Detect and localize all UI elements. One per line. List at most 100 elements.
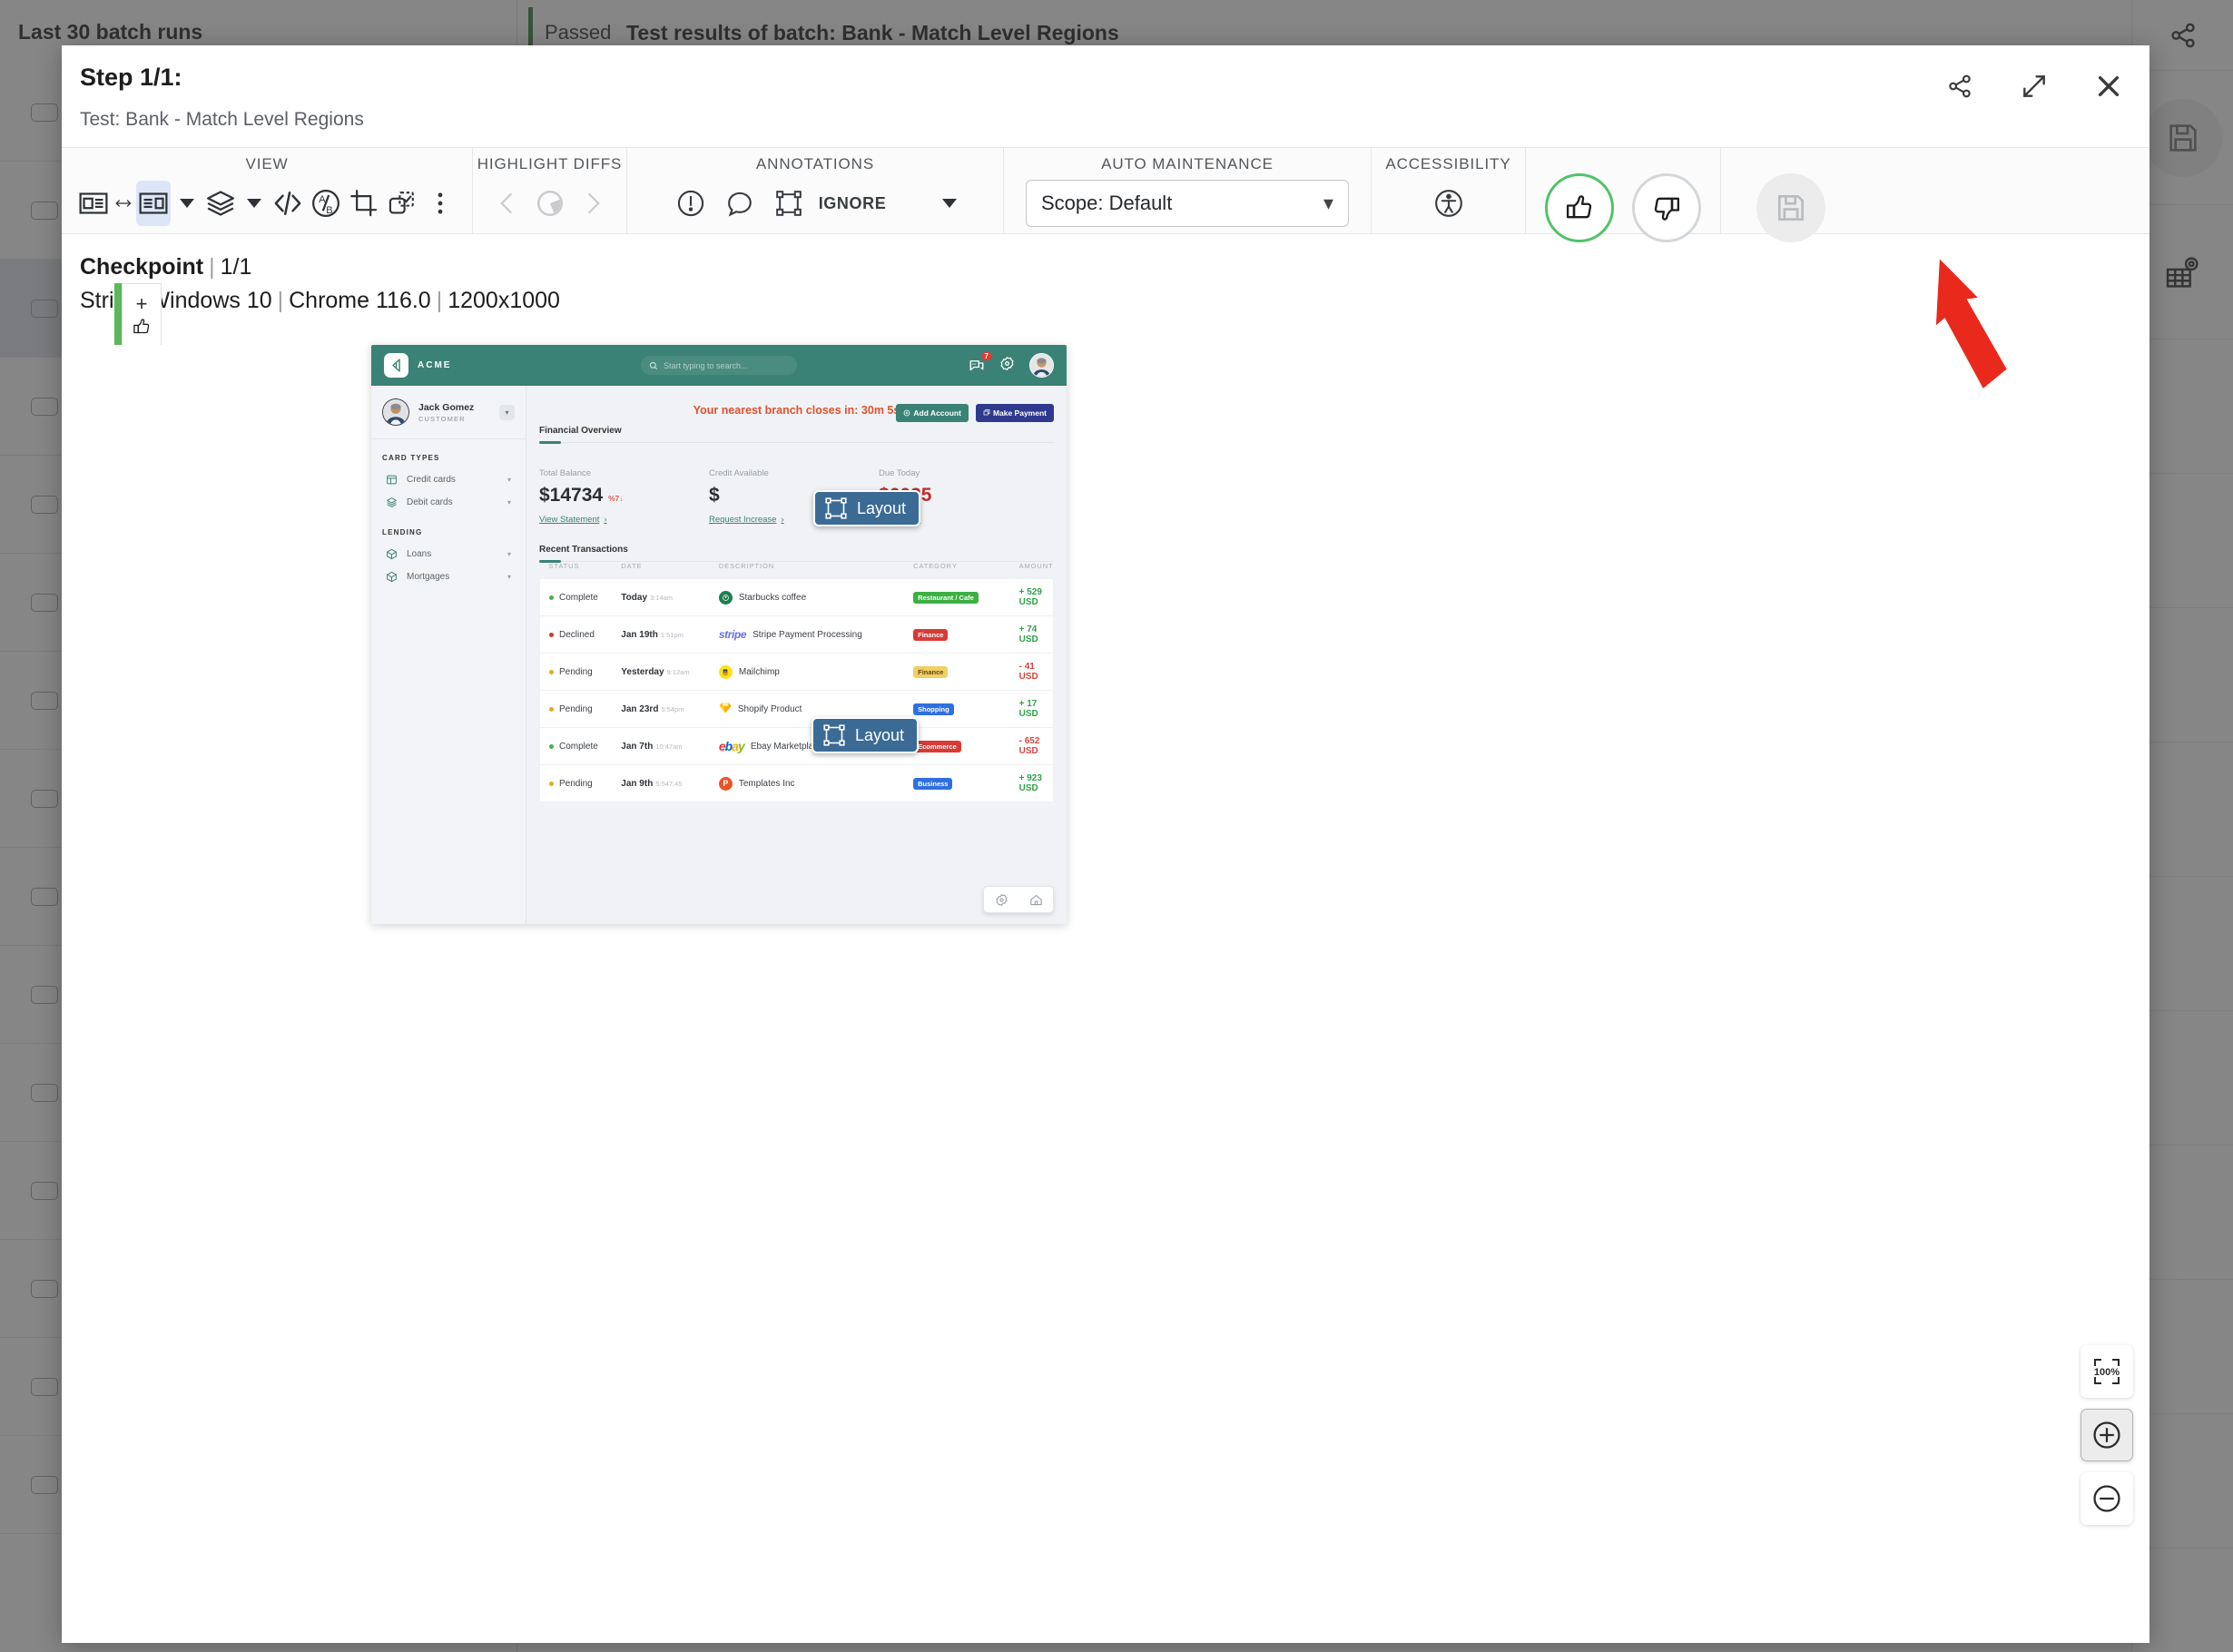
checkpoint-thumbnail-strip: + — [114, 283, 162, 349]
app-topbar-actions: 7 — [969, 351, 1054, 378]
side-by-side-view-button[interactable] — [76, 181, 111, 226]
stat-value: $14734 — [539, 485, 604, 506]
status-dot — [549, 669, 554, 674]
table-row[interactable]: Complete Today 3:14am Starbucks coffee Re… — [539, 579, 1054, 616]
minus-circle-icon — [2093, 1485, 2120, 1512]
accessibility-button[interactable] — [1426, 181, 1471, 226]
make-payment-button[interactable]: Make Payment — [975, 404, 1054, 422]
scope-select-value: Scope: Default — [1041, 192, 1173, 214]
meta-separator: | — [277, 288, 284, 313]
sketch-logo-icon — [719, 702, 732, 716]
diff-cycle-icon — [536, 190, 563, 217]
svg-text:B: B — [326, 205, 332, 216]
crop-button[interactable] — [347, 181, 381, 226]
table-row[interactable]: Pending Jan 23rd 5:54pm Shopify Product S… — [539, 690, 1054, 728]
add-issue-button[interactable] — [668, 181, 713, 226]
make-payment-label: Make Payment — [992, 408, 1047, 418]
chevron-down-icon[interactable]: ▾ — [499, 404, 515, 420]
zoom-in-button[interactable] — [2081, 1409, 2133, 1461]
layout-annotation-label: Layout — [855, 725, 905, 744]
single-view-button[interactable] — [135, 181, 171, 226]
region-mode-label[interactable]: IGNORE — [819, 194, 887, 213]
add-region-button[interactable] — [766, 181, 812, 226]
app-search-box[interactable]: Start typing to search... — [641, 356, 797, 375]
sidebar-item-label: Mortgages — [407, 572, 450, 582]
select-region-button[interactable] — [385, 181, 419, 226]
table-row[interactable]: Complete Jan 7th 10:47am ebay Ebay Market… — [539, 727, 1054, 765]
view-statement-link[interactable]: View Statement › — [539, 515, 709, 525]
table-row[interactable]: Pending Jan 9th 5:547:45 P Templates Inc … — [539, 764, 1054, 802]
viewport-size: 1200x1000 — [448, 288, 560, 313]
amount-label: + 17 USD — [1018, 699, 1038, 719]
mailchimp-logo-icon — [718, 664, 733, 679]
close-icon — [2098, 75, 2120, 97]
footer-home-button[interactable] — [1018, 887, 1053, 912]
sidebar-item-mortgages[interactable]: Mortgages ▾ — [382, 565, 515, 588]
zoom-out-button[interactable] — [2081, 1472, 2133, 1525]
description-wrap: Shopify Product — [719, 702, 895, 716]
layout-annotation-badge[interactable]: Layout — [812, 717, 920, 753]
accept-button[interactable] — [1545, 173, 1614, 242]
sidebar-user-box[interactable]: Jack Gomez CUSTOMER ▾ — [371, 386, 526, 439]
status-dot — [549, 781, 554, 786]
toolbar-group-auto-maintenance-label: AUTO MAINTENANCE — [1101, 155, 1274, 172]
cell-amount: + 74 USD — [1009, 615, 1054, 654]
save-button[interactable] — [1756, 173, 1825, 242]
step-detail-modal: Step 1/1: Test: Bank - Match Level Regio… — [62, 45, 2149, 1643]
ab-compare-button[interactable]: A B — [309, 181, 343, 226]
time-label: 5:547:45 — [655, 779, 683, 788]
sidebar-item-loans[interactable]: Loans ▾ — [382, 543, 515, 565]
checkpoint-screenshot: ACME Start typing to search... 7 Jack Go… — [371, 345, 1067, 924]
section-divider — [539, 440, 1054, 444]
transactions-table-head: STATUS DATE DESCRIPTION CATEGORY AMOUNT — [540, 562, 1054, 579]
comment-icon — [727, 192, 752, 217]
code-view-button[interactable] — [271, 181, 305, 226]
layers-dropdown-caret[interactable] — [246, 199, 261, 208]
user-avatar[interactable] — [1029, 353, 1054, 378]
sidebar-item-debit-cards[interactable]: Debit cards ▾ — [382, 491, 515, 514]
settings-button[interactable] — [999, 356, 1015, 376]
screenshot-canvas[interactable]: ACME Start typing to search... 7 Jack Go… — [62, 345, 2149, 1643]
view-mode-dropdown-caret[interactable] — [179, 199, 194, 208]
add-account-button[interactable]: Add Account — [896, 404, 969, 422]
app-logo — [384, 353, 408, 378]
sidebar-section-lending: LENDING Loans ▾ Mortgages ▾ — [371, 528, 526, 588]
prev-diff-button[interactable] — [487, 181, 526, 226]
toolbar-view-icons: A B — [62, 173, 472, 233]
layers-button[interactable] — [203, 181, 238, 226]
fit-to-screen-button[interactable]: 100% — [2081, 1345, 2133, 1398]
stat-label: Due Today — [879, 468, 920, 478]
sidebar-user-role: CUSTOMER — [418, 414, 466, 423]
category-tag: Ecommerce — [913, 740, 961, 752]
notifications-button[interactable]: 7 — [969, 351, 991, 374]
category-tag: Business — [913, 777, 953, 790]
stripe-logo-icon: stripe — [718, 628, 747, 641]
share-button[interactable] — [1939, 65, 1981, 107]
region-mode-dropdown-caret[interactable] — [942, 199, 958, 208]
sidebar-item-credit-cards[interactable]: Credit cards ▾ — [382, 468, 515, 491]
chevron-down-icon: ▾ — [507, 573, 511, 581]
column-description: DESCRIPTION — [718, 562, 775, 570]
status-label: Complete — [559, 592, 598, 603]
main-action-buttons: Add Account Make Payment — [896, 404, 1054, 422]
reject-button[interactable] — [1632, 173, 1701, 242]
time-label: 9:12am — [666, 667, 690, 676]
amount-label: + 923 USD — [1018, 773, 1042, 793]
more-options-button[interactable] — [423, 181, 457, 226]
close-button[interactable] — [2088, 65, 2130, 107]
scope-select[interactable]: Scope: Default ▾ — [1026, 180, 1349, 227]
table-row[interactable]: Declined Jan 19th 1:51pm stripe Stripe Pa… — [539, 615, 1054, 654]
footer-settings-button[interactable] — [984, 887, 1018, 912]
next-diff-button[interactable] — [573, 181, 612, 226]
cycle-diff-button[interactable] — [530, 181, 569, 226]
thumbs-up-icon — [133, 319, 150, 334]
expand-button[interactable] — [2013, 65, 2055, 107]
home-icon — [1029, 894, 1042, 905]
zoom-percent-label: 100% — [2094, 1367, 2120, 1378]
card-layout-icon — [387, 475, 397, 485]
checkpoint-thumbnail[interactable]: + — [122, 283, 162, 349]
add-comment-button[interactable] — [717, 181, 762, 226]
sidebar-user-text: Jack Gomez CUSTOMER — [418, 402, 474, 423]
layout-annotation-badge[interactable]: Layout — [813, 490, 921, 526]
table-row[interactable]: Pending Yesterday 9:12am Mailchimp Financ… — [539, 653, 1054, 691]
